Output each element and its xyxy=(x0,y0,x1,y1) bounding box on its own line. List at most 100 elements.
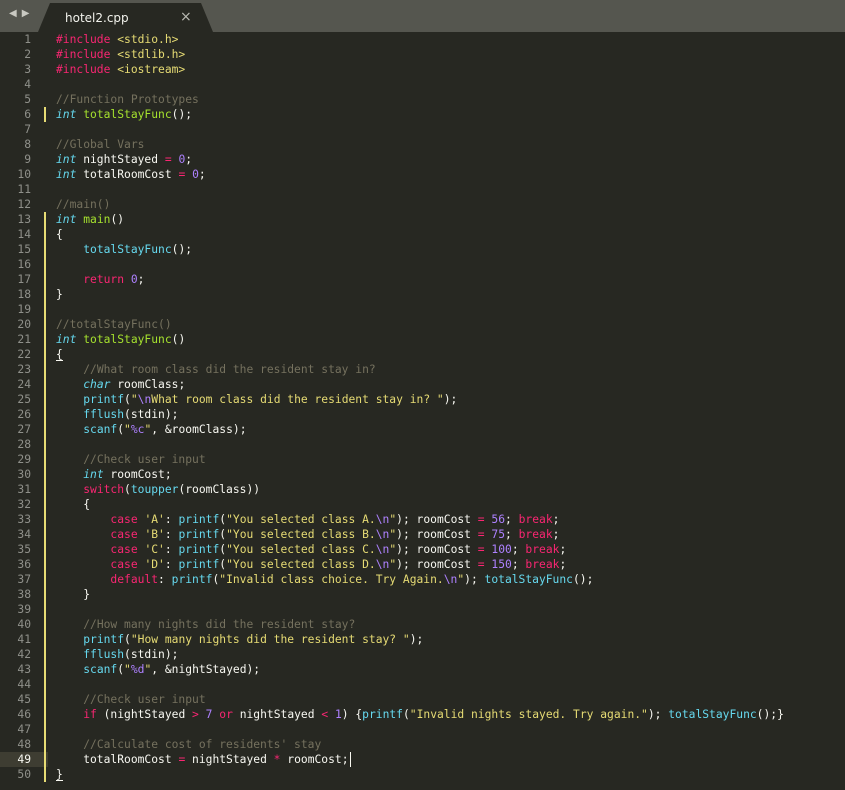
line-number: 37 xyxy=(17,573,31,586)
text-token: ); xyxy=(409,633,424,646)
code-line[interactable]: int nightStayed = 0; xyxy=(56,152,192,167)
code-line[interactable]: int totalStayFunc(); xyxy=(56,107,192,122)
escape-token: \n xyxy=(375,528,390,541)
line-number: 8 xyxy=(24,138,31,151)
code-line[interactable]: fflush(stdin); xyxy=(56,647,178,662)
code-line[interactable]: //main() xyxy=(56,197,110,212)
call-token: scanf xyxy=(83,663,118,676)
modified-line-marker xyxy=(44,677,46,692)
previous-tab-icon[interactable]: ◀ xyxy=(9,8,22,19)
line-number: 21 xyxy=(17,333,31,346)
text-token: totalRoomCost xyxy=(76,168,179,181)
call-token: scanf xyxy=(83,423,118,436)
string-token: " xyxy=(130,393,138,406)
code-line[interactable]: case 'A': printf("You selected class A.\… xyxy=(56,512,559,527)
line-number: 6 xyxy=(24,108,31,121)
code-line[interactable]: //Function Prototypes xyxy=(56,92,199,107)
code-line[interactable]: #include <stdio.h> xyxy=(56,32,178,47)
keyword-token: = xyxy=(164,153,172,166)
text-token: ); xyxy=(647,708,669,721)
line-number: 4 xyxy=(24,78,31,91)
code-line[interactable]: //totalStayFunc() xyxy=(56,317,172,332)
code-line[interactable]: //What room class did the resident stay … xyxy=(56,362,375,377)
line-number: 5 xyxy=(24,93,31,106)
number-token: 56 xyxy=(491,513,506,526)
code-line[interactable]: printf("\nWhat room class did the reside… xyxy=(56,392,457,407)
code-line[interactable]: //How many nights did the resident stay? xyxy=(56,617,355,632)
code-line[interactable]: int totalRoomCost = 0; xyxy=(56,167,206,182)
modified-line-marker xyxy=(44,767,46,782)
code-line[interactable]: printf("How many nights did the resident… xyxy=(56,632,423,647)
code-line[interactable]: fflush(stdin); xyxy=(56,407,178,422)
code-line[interactable]: totalRoomCost = nightStayed * roomCost; xyxy=(56,752,348,767)
code-line[interactable]: //Check user input xyxy=(56,692,205,707)
text-token: ); roomCost xyxy=(396,513,478,526)
code-line[interactable]: //Calculate cost of residents' stay xyxy=(56,737,321,752)
text-token: : xyxy=(164,513,179,526)
code-line[interactable]: return 0; xyxy=(56,272,144,287)
code-line[interactable]: case 'D': printf("You selected class D.\… xyxy=(56,557,566,572)
code-line[interactable]: switch(toupper(roomClass)) xyxy=(56,482,260,497)
code-line[interactable]: int roomCost; xyxy=(56,467,171,482)
text-token: { xyxy=(56,498,91,511)
text-token: ); xyxy=(443,393,458,406)
code-line[interactable]: } xyxy=(56,287,63,302)
code-line[interactable]: int main() xyxy=(56,212,124,227)
number-token: 75 xyxy=(491,528,506,541)
tab-navigation[interactable]: ◀▶ xyxy=(9,8,34,19)
line-number: 48 xyxy=(17,738,31,751)
code-line[interactable]: char roomClass; xyxy=(56,377,185,392)
code-line[interactable]: default: printf("Invalid class choice. T… xyxy=(56,572,593,587)
code-line[interactable]: scanf("%c", &roomClass); xyxy=(56,422,247,437)
call-token: printf xyxy=(178,528,220,541)
modified-line-marker xyxy=(44,527,46,542)
function-token: totalStayFunc xyxy=(83,333,172,346)
line-number: 50 xyxy=(17,768,31,781)
code-line[interactable]: { xyxy=(56,497,90,512)
code-line[interactable]: } xyxy=(56,587,90,602)
code-line[interactable]: case 'B': printf("You selected class B.\… xyxy=(56,527,559,542)
line-number: 40 xyxy=(17,618,31,631)
modified-line-marker xyxy=(44,557,46,572)
tab-title: hotel2.cpp xyxy=(65,11,129,25)
call-token: fflush xyxy=(83,408,125,421)
string-token: 'C' xyxy=(144,543,165,556)
code-line[interactable]: //Global Vars xyxy=(56,137,144,152)
line-number: 17 xyxy=(17,273,31,286)
string-token: "You selected class B. xyxy=(226,528,376,541)
close-tab-icon[interactable]: × xyxy=(180,9,192,25)
keyword-token: break xyxy=(518,513,553,526)
code-line[interactable]: int totalStayFunc() xyxy=(56,332,185,347)
code-line[interactable]: #include <stdlib.h> xyxy=(56,47,185,62)
next-tab-icon[interactable]: ▶ xyxy=(22,8,35,19)
code-line[interactable]: //Check user input xyxy=(56,452,205,467)
type-token: int xyxy=(83,468,104,481)
modified-line-marker xyxy=(44,542,46,557)
text-token: roomClass; xyxy=(110,378,186,391)
text-token: : xyxy=(158,573,172,586)
text-token: ( xyxy=(124,633,131,646)
code-line[interactable]: { xyxy=(56,227,63,242)
tab-hotel2[interactable]: hotel2.cpp × xyxy=(38,3,213,32)
text-cursor xyxy=(349,752,351,767)
code-line[interactable]: #include <iostream> xyxy=(56,62,185,77)
code-line[interactable]: case 'C': printf("You selected class C.\… xyxy=(56,542,566,557)
escape-token: \n xyxy=(375,543,390,556)
text-token: (roomClass)) xyxy=(178,483,261,496)
code-editor[interactable]: 1 2 3 4 5 6 7 8 9 10 11 12 13 14 15 16 17 18 19 20 21 22 23 24 2… xyxy=(0,32,845,790)
code-line[interactable]: scanf("%d", &nightStayed); xyxy=(56,662,260,677)
line-number: 18 xyxy=(17,288,31,301)
text-token: nightStayed xyxy=(232,708,322,721)
code-line[interactable]: if (nightStayed > 7 or nightStayed < 1) … xyxy=(56,707,784,722)
code-line[interactable]: totalStayFunc(); xyxy=(56,242,192,257)
modified-line-marker xyxy=(44,272,46,287)
text-token: , &roomClass); xyxy=(151,423,247,436)
string-token: 'D' xyxy=(144,558,165,571)
function-token: main xyxy=(83,213,111,226)
call-token: printf xyxy=(83,393,125,406)
